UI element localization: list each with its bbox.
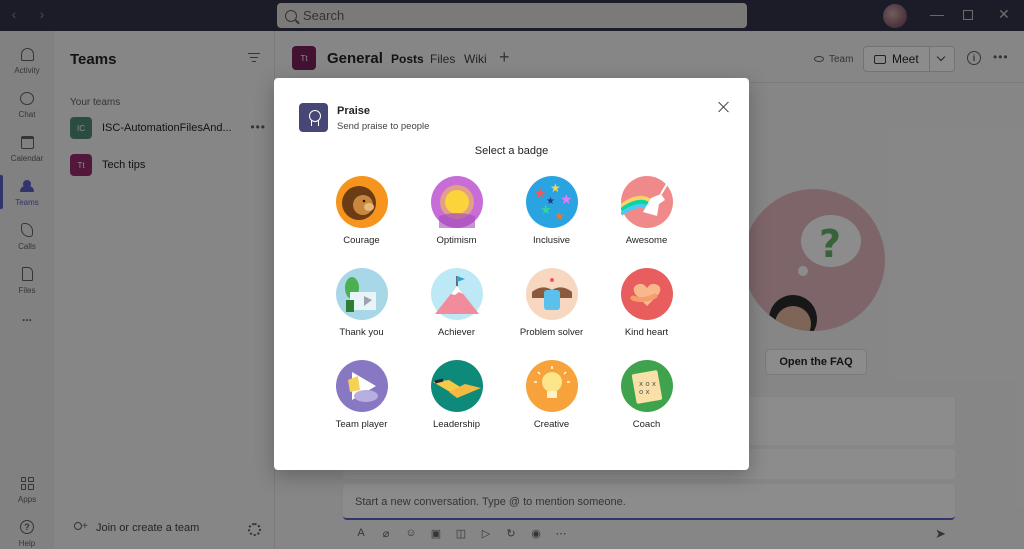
- badge-label: Team player: [335, 419, 388, 430]
- badge-problem-solver[interactable]: Problem solver: [504, 266, 599, 348]
- praise-dialog: Praise Send praise to people Select a ba…: [274, 78, 749, 470]
- badge-courage[interactable]: Courage: [314, 174, 409, 256]
- heart-hand-icon: [620, 268, 673, 320]
- badge-label: Creative: [533, 419, 570, 430]
- badge-label: Awesome: [625, 235, 668, 246]
- badge-kind-heart[interactable]: Kind heart: [599, 266, 694, 348]
- puzzle-icon: [525, 268, 578, 320]
- gift-card-icon: [335, 268, 388, 320]
- badge-label: Thank you: [339, 327, 384, 338]
- praise-app-icon: [299, 103, 328, 132]
- mountain-flag-icon: [430, 268, 483, 320]
- badge-label: Achiever: [438, 327, 475, 338]
- badge-optimism[interactable]: Optimism: [409, 174, 504, 256]
- badge-achiever[interactable]: Achiever: [409, 266, 504, 348]
- svg-text:★: ★: [560, 192, 573, 208]
- dialog-title: Praise: [337, 105, 371, 117]
- badge-label: Inclusive: [533, 235, 570, 246]
- badge-creative[interactable]: Creative: [504, 358, 599, 440]
- handshake-icon: [430, 360, 483, 412]
- dialog-subtitle: Send praise to people: [337, 121, 430, 132]
- badge-inclusive[interactable]: ★ ★ ★ ★ ★ ★ Inclusive: [504, 174, 599, 256]
- lion-icon: [335, 176, 388, 228]
- badge-grid: Courage Optimism ★ ★ ★ ★ ★ ★ Inclusive A…: [314, 174, 714, 440]
- badge-thank-you[interactable]: Thank you: [314, 266, 409, 348]
- svg-text:★: ★: [534, 186, 547, 202]
- clipboard-icon: x o x o x: [620, 360, 673, 412]
- badge-label: Problem solver: [519, 327, 584, 338]
- badge-label: Courage: [343, 235, 380, 246]
- close-icon[interactable]: [718, 101, 730, 113]
- lightbulb-icon: [525, 360, 578, 412]
- badge-label: Leadership: [432, 419, 480, 430]
- svg-text:★: ★: [554, 209, 565, 223]
- svg-text:x o x: x o x: [639, 380, 656, 388]
- badge-awesome[interactable]: Awesome: [599, 174, 694, 256]
- unicorn-icon: [620, 176, 673, 228]
- badge-label: Coach: [632, 419, 661, 430]
- svg-text:★: ★: [546, 196, 555, 207]
- stars-icon: ★ ★ ★ ★ ★ ★: [525, 176, 578, 228]
- badge-team-player[interactable]: Team player: [314, 358, 409, 440]
- badge-coach[interactable]: x o x o x Coach: [599, 358, 694, 440]
- select-badge-label: Select a badge: [474, 145, 549, 157]
- play-hands-icon: [335, 360, 388, 412]
- badge-leadership[interactable]: Leadership: [409, 358, 504, 440]
- svg-text:o x: o x: [639, 388, 650, 396]
- sun-icon: [430, 176, 483, 228]
- badge-label: Kind heart: [624, 327, 669, 338]
- badge-label: Optimism: [436, 235, 477, 246]
